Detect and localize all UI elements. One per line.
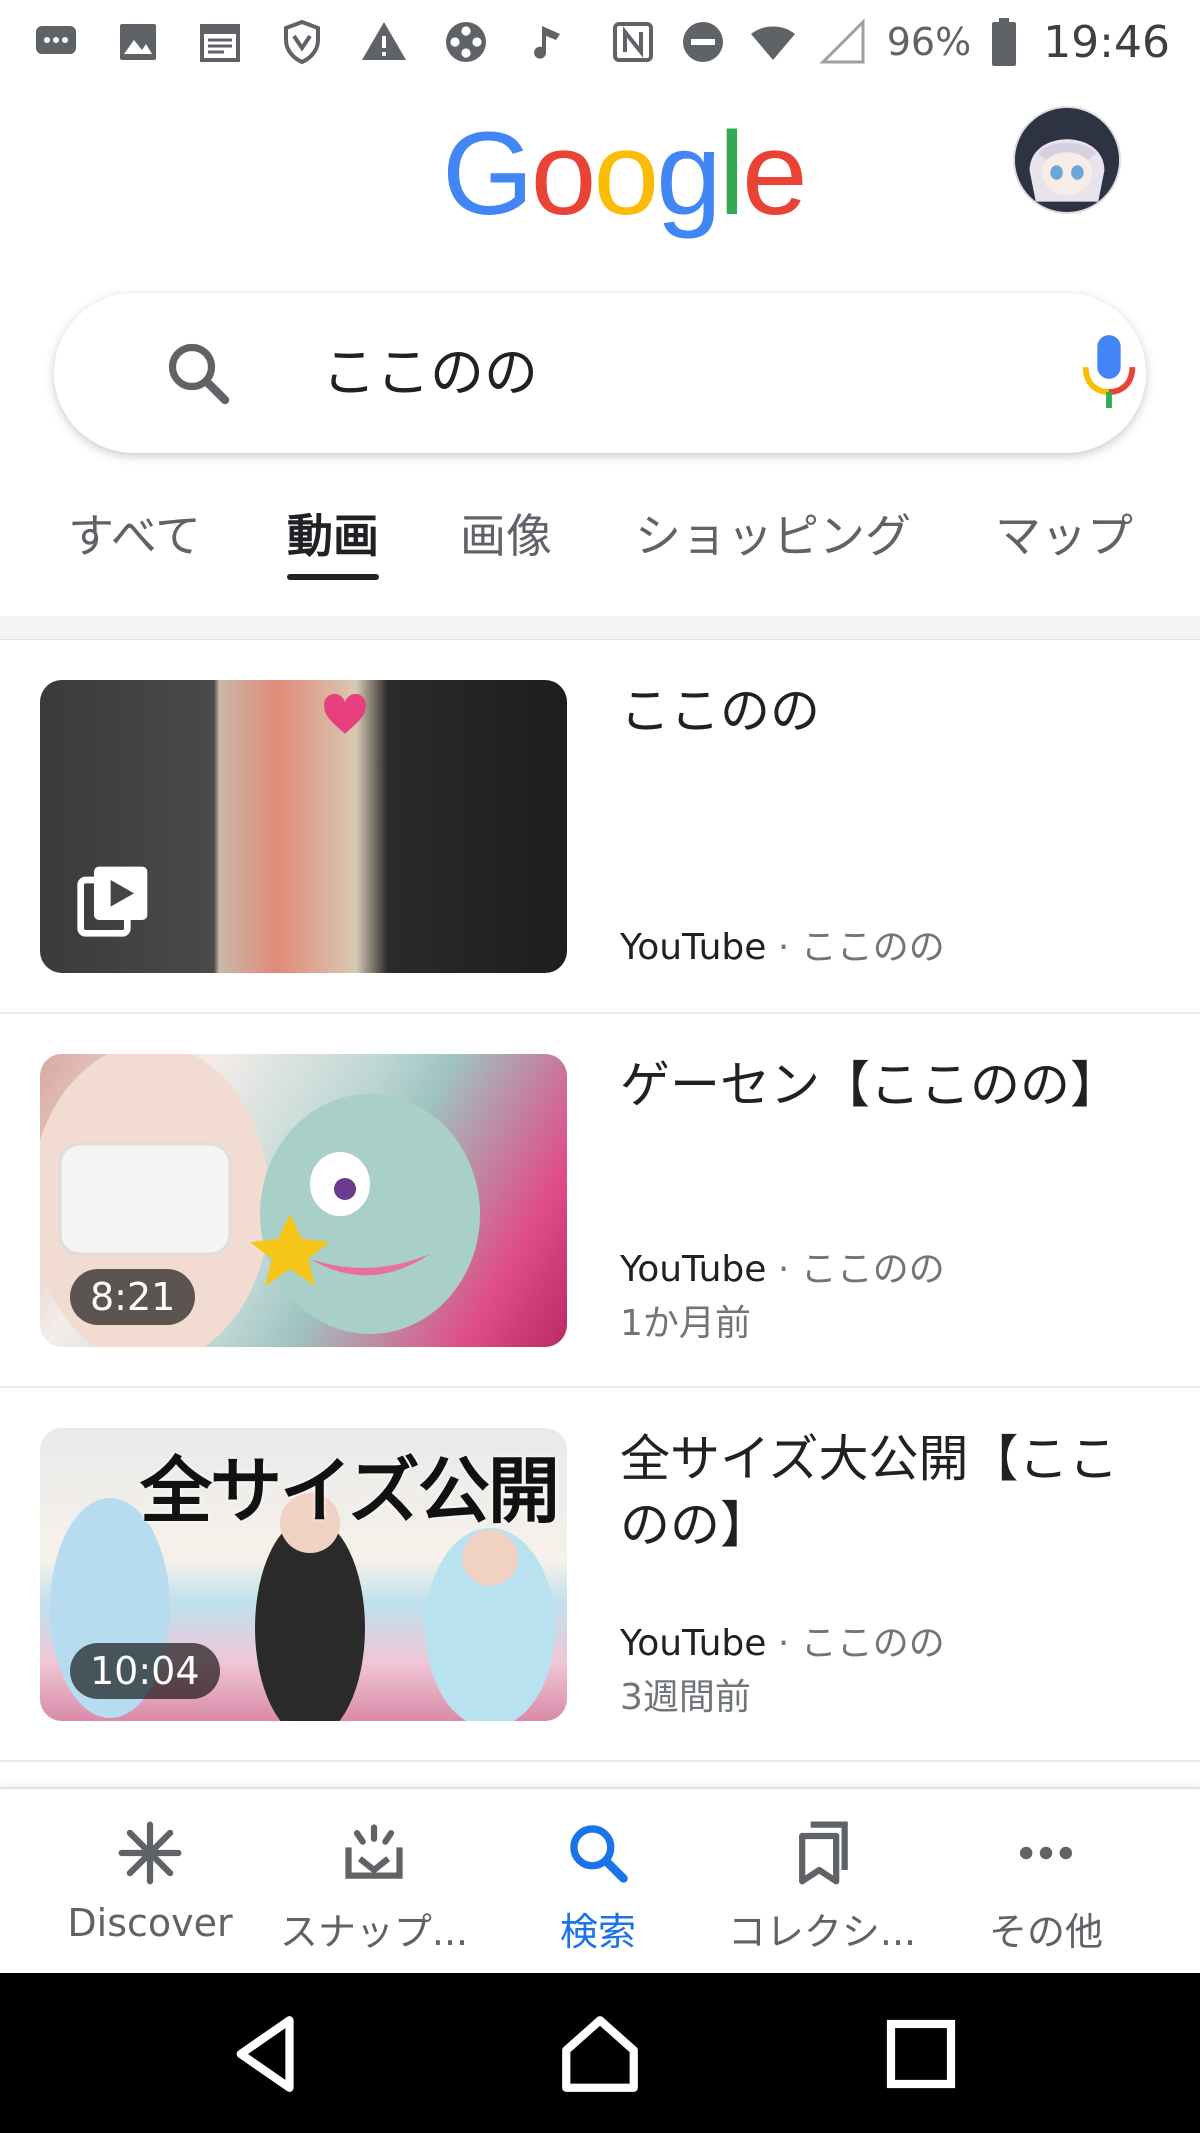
video-duration: 10:04 (70, 1643, 220, 1699)
video-age: 3週間前 (620, 1677, 751, 1718)
collections-icon (799, 1821, 848, 1885)
cell-signal-icon (817, 16, 869, 68)
meta-separator: · (777, 1249, 790, 1290)
video-meta: YouTube · ここのの (620, 918, 945, 970)
calendar-icon (194, 16, 246, 68)
video-meta: YouTube · ここのの (620, 1240, 945, 1292)
playlist-icon (77, 866, 148, 937)
battery-percent: 96% (886, 20, 972, 64)
wifi-icon (747, 16, 799, 68)
video-source: YouTube (620, 1623, 767, 1664)
status-bar: 96% 19:46 (0, 0, 1200, 84)
section-divider (0, 616, 1200, 640)
search-icon (570, 1825, 628, 1883)
more-icon (1019, 1846, 1073, 1860)
meta-separator: · (777, 927, 790, 968)
nav-snapshot[interactable]: スナップ... (254, 1789, 494, 1975)
snapshot-icon (345, 1824, 403, 1879)
music-note-icon (522, 16, 574, 68)
video-thumbnail[interactable]: 全サイズ公開 10:04 (40, 1428, 567, 1721)
battery-icon (989, 16, 1019, 68)
bottom-navigation: Discover スナップ... 検索 コレクシ... その他 (0, 1787, 1200, 1973)
nav-label: Discover (67, 1901, 233, 1945)
header: Google (0, 84, 1200, 274)
thumbnail-caption: 全サイズ公開 (140, 1449, 560, 1533)
nav-label: コレクシ... (727, 1910, 917, 1954)
video-result[interactable]: ここのの YouTube · ここのの (0, 640, 1200, 1014)
nav-discover[interactable]: Discover (30, 1789, 270, 1975)
video-result[interactable]: 8:21 ゲーセン【ここのの】 YouTube · ここのの 1か月前 (0, 1014, 1200, 1388)
meta-separator: · (777, 1623, 790, 1664)
tab-maps[interactable]: マップ (995, 500, 1133, 566)
tab-all[interactable]: すべて (68, 500, 201, 566)
back-icon[interactable] (222, 2009, 312, 2099)
video-source: YouTube (620, 1249, 767, 1290)
video-title[interactable]: ここのの (620, 678, 1160, 744)
video-meta: YouTube · ここのの (620, 1614, 945, 1666)
film-reel-icon (440, 16, 492, 68)
search-box[interactable]: ここのの (54, 293, 1146, 453)
recents-icon[interactable] (876, 2009, 966, 2099)
warning-icon (358, 16, 410, 68)
video-title[interactable]: 全サイズ大公開【ここのの】 (620, 1426, 1160, 1558)
search-tabs: すべて 動画 画像 ショッピング マップ (0, 480, 1200, 590)
nav-collections[interactable]: コレクシ... (702, 1789, 942, 1975)
video-channel: ここのの (800, 1623, 945, 1664)
asterisk-icon (118, 1821, 182, 1885)
shield-icon (276, 16, 328, 68)
tab-images[interactable]: 画像 (460, 500, 552, 566)
video-thumbnail[interactable]: 8:21 (40, 1054, 567, 1347)
nav-more[interactable]: その他 (926, 1789, 1166, 1975)
image-icon (112, 16, 164, 68)
video-source: YouTube (620, 927, 767, 968)
video-channel: ここのの (800, 1249, 945, 1290)
do-not-disturb-icon (677, 16, 729, 68)
video-thumbnail[interactable] (40, 680, 567, 973)
nfc-icon (607, 16, 659, 68)
system-navigation-bar (0, 1973, 1200, 2133)
nav-search[interactable]: 検索 (478, 1789, 718, 1975)
nav-label: その他 (988, 1910, 1103, 1954)
home-icon[interactable] (555, 2009, 645, 2099)
active-tab-indicator (287, 574, 379, 580)
heart-icon (323, 693, 367, 734)
tab-shopping[interactable]: ショッピング (635, 500, 911, 566)
video-duration: 8:21 (70, 1269, 196, 1325)
search-icon[interactable] (162, 337, 234, 409)
tab-videos[interactable]: 動画 (287, 500, 379, 566)
video-channel: ここのの (800, 927, 945, 968)
video-result[interactable]: 全サイズ公開 10:04 全サイズ大公開【ここのの】 YouTube · ここの… (0, 1388, 1200, 1762)
nav-label: 検索 (559, 1910, 636, 1954)
video-age: 1か月前 (620, 1303, 751, 1344)
search-input[interactable]: ここのの (322, 337, 538, 409)
google-logo[interactable]: Google (442, 104, 808, 244)
nav-label: スナップ... (279, 1910, 469, 1954)
clock: 19:46 (1043, 16, 1170, 68)
microphone-icon[interactable] (1074, 329, 1144, 417)
avatar[interactable] (1013, 106, 1121, 214)
video-title[interactable]: ゲーセン【ここのの】 (620, 1052, 1160, 1118)
message-icon (30, 16, 82, 68)
